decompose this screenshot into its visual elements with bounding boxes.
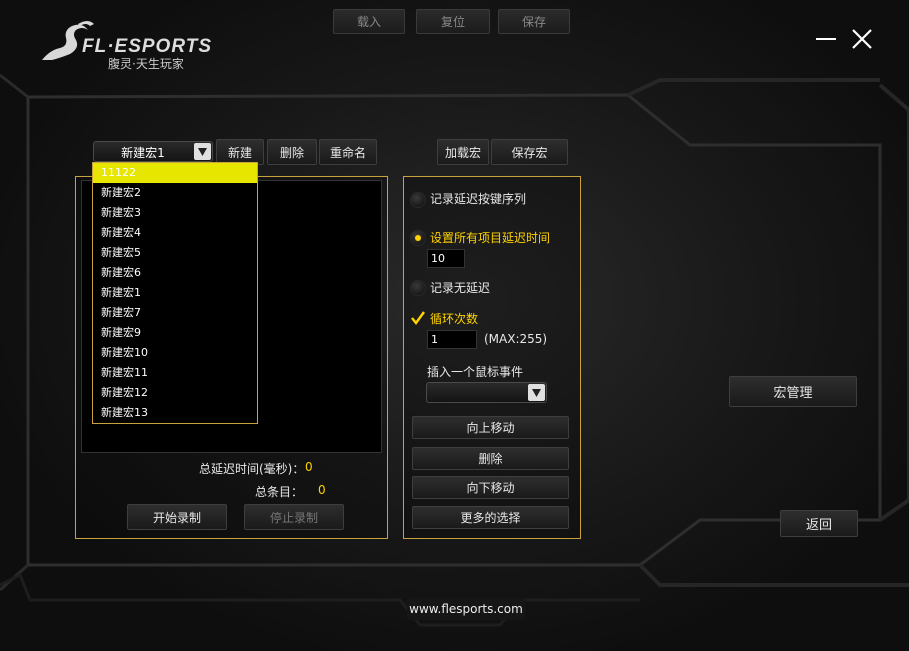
total-items-label: 总条目：: [255, 485, 304, 499]
brand-slogan: 腹灵·天生玩家: [108, 57, 184, 71]
dropdown-item[interactable]: 新建宏5: [93, 243, 257, 263]
total-delay-value: 0: [305, 460, 313, 474]
no-delay-label: 记录无延迟: [430, 281, 491, 295]
total-items-value: 0: [318, 483, 326, 497]
total-delay-label: 总延迟时间(毫秒)：: [199, 462, 305, 476]
delete-macro-button[interactable]: 删除: [267, 139, 317, 165]
back-button[interactable]: 返回: [780, 510, 858, 537]
delete-event-button[interactable]: 删除: [412, 447, 569, 470]
dropdown-item[interactable]: 新建宏13: [93, 403, 257, 423]
save-button[interactable]: 保存: [498, 9, 570, 34]
footer-url[interactable]: www.flesports.com: [407, 598, 525, 620]
dropdown-item[interactable]: 新建宏10: [93, 343, 257, 363]
chevron-down-icon: [194, 143, 211, 160]
macro-manage-button[interactable]: 宏管理: [729, 376, 857, 407]
set-all-delay-label: 设置所有项目延迟时间: [430, 231, 551, 245]
dropdown-item[interactable]: 新建宏6: [93, 263, 257, 283]
rename-macro-button[interactable]: 重命名: [319, 139, 377, 165]
dropdown-item[interactable]: 11122: [93, 163, 257, 183]
macro-dropdown-list[interactable]: 11122 新建宏2 新建宏3 新建宏4 新建宏5 新建宏6 新建宏1 新建宏7 新建宏9 新建宏…: [92, 162, 258, 424]
dropdown-item[interactable]: 新建宏4: [93, 223, 257, 243]
macro-select-value: 新建宏1: [121, 146, 165, 160]
record-delay-label: 记录延迟按键序列: [430, 192, 527, 206]
loop-checkbox[interactable]: [410, 310, 426, 326]
checkmark-icon: [411, 311, 425, 325]
dropdown-item[interactable]: 新建宏2: [93, 183, 257, 203]
move-down-button[interactable]: 向下移动: [412, 476, 569, 499]
record-delay-radio[interactable]: [410, 192, 426, 208]
brand-logo: FL·ESPORTS 腹灵·天生玩家: [38, 16, 233, 72]
dropdown-item[interactable]: 新建宏11: [93, 363, 257, 383]
move-up-button[interactable]: 向上移动: [412, 416, 569, 439]
stop-record-button[interactable]: 停止录制: [244, 504, 344, 530]
more-options-button[interactable]: 更多的选择: [412, 506, 569, 529]
minimize-icon: [816, 38, 836, 40]
loop-count-label: 循环次数: [430, 312, 479, 326]
chevron-down-icon: [528, 384, 545, 401]
reset-button[interactable]: 复位: [416, 9, 490, 34]
delay-input[interactable]: 10: [427, 249, 465, 268]
load-macro-button[interactable]: 加载宏: [437, 139, 489, 165]
dropdown-item[interactable]: 新建宏12: [93, 383, 257, 403]
close-icon: [852, 29, 872, 49]
load-button[interactable]: 载入: [333, 9, 405, 34]
no-delay-radio[interactable]: [410, 280, 426, 296]
macro-select[interactable]: 新建宏1: [93, 141, 213, 162]
mouse-event-select[interactable]: [426, 382, 547, 403]
save-macro-button[interactable]: 保存宏: [491, 139, 568, 165]
minimize-button[interactable]: [814, 28, 838, 50]
loop-count-input[interactable]: 1: [427, 330, 477, 349]
set-all-delay-radio[interactable]: [410, 230, 426, 246]
dropdown-item[interactable]: 新建宏9: [93, 323, 257, 343]
close-button[interactable]: [850, 27, 874, 51]
dropdown-item[interactable]: 新建宏3: [93, 203, 257, 223]
loop-max-label: (MAX:255): [484, 332, 548, 346]
dropdown-item[interactable]: 新建宏7: [93, 303, 257, 323]
start-record-button[interactable]: 开始录制: [127, 504, 227, 530]
dropdown-item[interactable]: 新建宏1: [93, 283, 257, 303]
insert-mouse-label: 插入一个鼠标事件: [427, 365, 524, 379]
